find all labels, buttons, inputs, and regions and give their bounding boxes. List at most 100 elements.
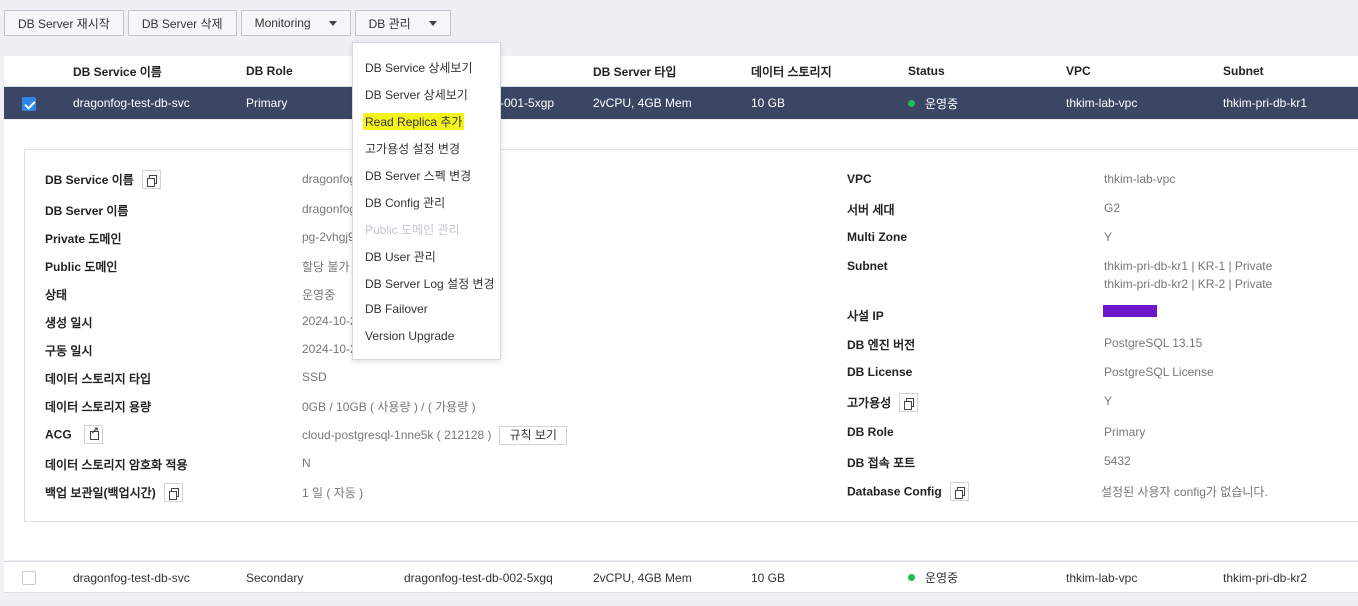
column-header-server-type[interactable]: DB Server 타입	[593, 63, 676, 80]
detail-label-storage-size: 데이터 스토리지 용량	[45, 400, 152, 414]
detail-value-backup: 1 일 ( 자동 )	[302, 486, 364, 500]
detail-label-public-domain: Public 도메인	[45, 260, 118, 274]
menu-item-ha-setting-change[interactable]: 고가용성 설정 변경	[365, 140, 460, 157]
menu-item-db-user-manage[interactable]: DB User 관리	[365, 248, 436, 265]
detail-value-public-domain: 할당 불가	[302, 260, 350, 274]
db-server-delete-button[interactable]: DB Server 삭제	[127, 10, 237, 36]
menu-item-db-service-detail[interactable]: DB Service 상세보기	[365, 59, 473, 76]
detail-value-private-domain: pg-2vhgj9	[302, 230, 355, 244]
table-row-content: dragonfog-test-db-svc Secondary dragonfo…	[4, 562, 1358, 593]
db-server-table: DB Service 이름 DB Role DB Server 타입 데이터 스…	[4, 56, 1358, 119]
menu-item-db-failover[interactable]: DB Failover	[365, 302, 428, 316]
detail-value-service-name: dragonfog	[302, 172, 357, 186]
detail-label-db-role: DB Role	[847, 425, 894, 439]
copy-icon[interactable]	[163, 483, 183, 503]
menu-item-server-spec-change[interactable]: DB Server 스펙 변경	[365, 167, 471, 184]
detail-value-server-name: dragonfog	[302, 202, 357, 216]
acg-rule-view-button[interactable]: 규칙 보기	[499, 426, 567, 445]
cell-server-name: -001-5xgp	[500, 96, 555, 110]
cell-server-type: 2vCPU, 4GB Mem	[593, 96, 692, 110]
detail-label-multizone: Multi Zone	[847, 230, 907, 244]
detail-label-private-ip: 사설 IP	[847, 309, 884, 323]
detail-value-created: 2024-10-2	[302, 314, 357, 328]
menu-item-add-read-replica[interactable]: Read Replica 추가	[363, 113, 465, 130]
detail-label-private-domain: Private 도메인	[45, 232, 122, 246]
detail-value-status: 운영중	[302, 288, 336, 302]
row-checkbox[interactable]	[22, 95, 36, 112]
toolbar: DB Server 재시작 DB Server 삭제 Monitoring DB…	[4, 10, 451, 36]
column-header-vpc[interactable]: VPC	[1066, 64, 1091, 78]
column-header-status[interactable]: Status	[908, 64, 945, 78]
column-header-db-role[interactable]: DB Role	[246, 64, 293, 78]
detail-value-engine-version: PostgreSQL 13.15	[1104, 336, 1203, 350]
detail-value-multizone: Y	[1104, 230, 1113, 244]
column-header-service-name[interactable]: DB Service 이름	[73, 63, 162, 80]
cell-storage: 10 GB	[751, 96, 786, 110]
copy-icon[interactable]	[141, 170, 161, 190]
status-running-icon	[908, 574, 915, 581]
detail-label-status: 상태	[45, 288, 68, 302]
menu-item-server-log-setting[interactable]: DB Server Log 설정 변경	[365, 275, 495, 292]
checkbox-checked-icon	[22, 96, 36, 111]
cell-db-role: Primary	[246, 96, 288, 110]
detail-section: DB Service 이름 dragonfog DB Server 이름 dra…	[4, 120, 1358, 560]
detail-label-acg: ACG	[45, 425, 103, 445]
db-manage-dropdown-button[interactable]: DB 관리	[354, 10, 451, 36]
detail-label-storage-type: 데이터 스토리지 타입	[45, 372, 152, 386]
menu-item-version-upgrade[interactable]: Version Upgrade	[365, 329, 454, 343]
detail-value-subnet-2: thkim-pri-db-kr2 | KR-2 | Private	[1104, 277, 1273, 291]
monitoring-dropdown-button[interactable]: Monitoring	[240, 10, 351, 36]
external-link-icon[interactable]	[83, 425, 103, 444]
detail-label-engine-version: DB 엔진 버전	[847, 338, 916, 352]
cell-subnet: thkim-pri-db-kr1	[1223, 96, 1308, 110]
db-manage-dropdown-menu: DB Service 상세보기 DB Server 상세보기 Read Repl…	[352, 42, 501, 360]
detail-label-database-config: Database Config	[847, 482, 969, 502]
detail-value-storage-type: SSD	[302, 370, 327, 384]
detail-value-ha: Y	[1104, 394, 1113, 408]
menu-item-public-domain-manage: Public 도메인 관리	[365, 223, 460, 237]
detail-value-encryption: N	[302, 456, 311, 470]
detail-label-started: 구동 일시	[45, 344, 93, 358]
detail-value-generation: G2	[1104, 201, 1121, 215]
column-header-subnet[interactable]: Subnet	[1223, 64, 1264, 78]
cell-server-name: dragonfog-test-db-002-5xgq	[404, 570, 553, 585]
detail-label-ha: 고가용성	[847, 393, 919, 413]
detail-label-generation: 서버 세대	[847, 203, 895, 217]
checkbox-unchecked-icon	[22, 571, 36, 585]
cell-server-type: 2vCPU, 4GB Mem	[593, 570, 692, 585]
detail-value-acg: cloud-postgresql-1nne5k ( 212128 ) 규칙 보기	[302, 426, 567, 445]
table-row[interactable]: dragonfog-test-db-svc Secondary dragonfo…	[4, 561, 1358, 593]
detail-value-started: 2024-10-2	[302, 342, 357, 356]
detail-label-vpc: VPC	[847, 172, 872, 186]
cell-status: 운영중	[908, 95, 958, 112]
detail-value-storage-size: 0GB / 10GB ( 사용량 ) / ( 가용량 )	[302, 400, 476, 414]
cell-db-role: Secondary	[246, 570, 304, 585]
detail-panel: DB Service 이름 dragonfog DB Server 이름 dra…	[24, 149, 1358, 522]
cell-status: 운영중	[908, 569, 958, 586]
status-text: 운영중	[925, 571, 959, 585]
table-header: DB Service 이름 DB Role DB Server 타입 데이터 스…	[4, 56, 1358, 87]
menu-item-db-config-manage[interactable]: DB Config 관리	[365, 194, 445, 211]
detail-value-vpc: thkim-lab-vpc	[1104, 172, 1176, 186]
column-header-storage[interactable]: 데이터 스토리지	[751, 63, 832, 80]
status-text: 운영중	[925, 96, 959, 111]
row-checkbox[interactable]	[22, 569, 36, 586]
status-running-icon	[908, 99, 915, 107]
detail-value-port: 5432	[1104, 454, 1131, 468]
table-row[interactable]: dragonfog-test-db-svc Primary -001-5xgp …	[4, 87, 1358, 119]
db-server-restart-button[interactable]: DB Server 재시작	[4, 10, 124, 36]
detail-value-database-config: 설정된 사용자 config가 없습니다.	[1101, 485, 1268, 499]
detail-label-encryption: 데이터 스토리지 암호화 적용	[45, 458, 188, 472]
copy-icon[interactable]	[899, 393, 919, 413]
cell-subnet: thkim-pri-db-kr2	[1223, 570, 1308, 585]
db-manage-label: DB 관리	[368, 16, 411, 31]
detail-value-subnet-1: thkim-pri-db-kr1 | KR-1 | Private	[1104, 259, 1273, 273]
caret-down-icon	[428, 20, 437, 26]
cell-service-name: dragonfog-test-db-svc	[73, 570, 190, 585]
cell-vpc: thkim-lab-vpc	[1066, 96, 1138, 110]
cell-service-name: dragonfog-test-db-svc	[73, 96, 190, 110]
detail-label-service-name: DB Service 이름	[45, 170, 161, 190]
detail-label-port: DB 접속 포트	[847, 456, 916, 470]
copy-icon[interactable]	[949, 482, 969, 501]
menu-item-db-server-detail[interactable]: DB Server 상세보기	[365, 86, 468, 103]
